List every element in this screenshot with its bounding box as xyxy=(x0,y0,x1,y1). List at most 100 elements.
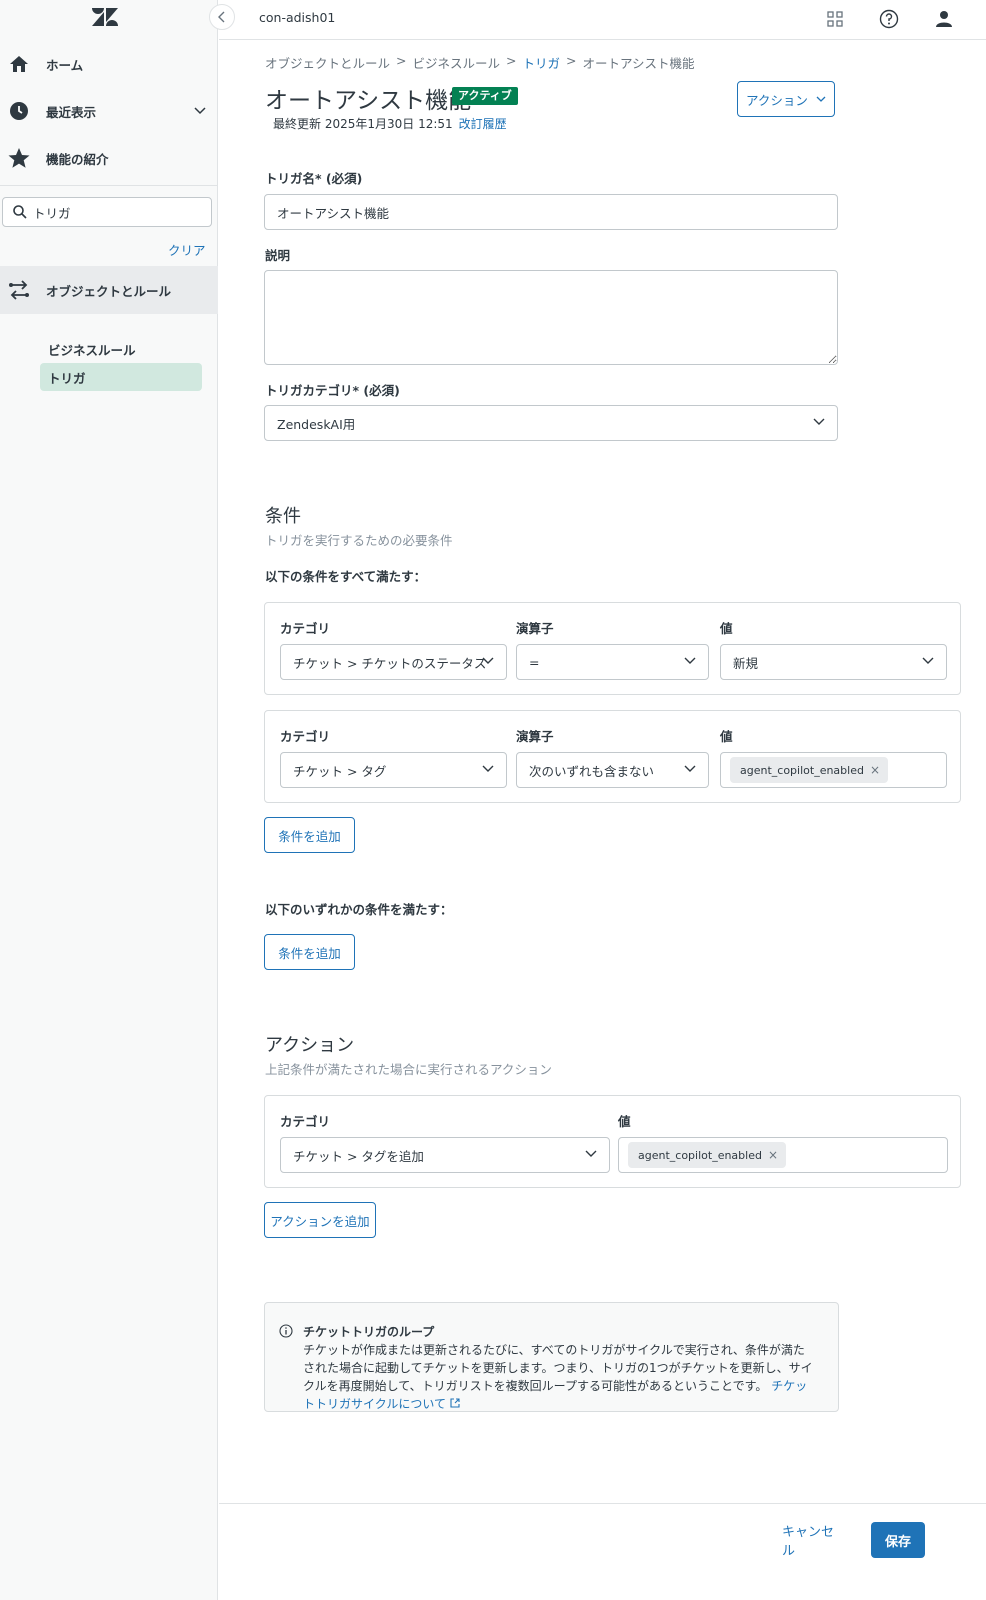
sidebar-item-triggers[interactable]: トリガ xyxy=(40,363,202,391)
actions-subtitle: 上記条件が満たされた場合に実行されるアクション xyxy=(265,1062,552,1077)
nav-features[interactable]: 機能の紹介 xyxy=(0,136,218,180)
breadcrumb-triggers[interactable]: トリガ xyxy=(523,53,561,72)
conditions-subtitle: トリガを実行するための必要条件 xyxy=(265,533,453,548)
apps-grid-icon[interactable] xyxy=(823,7,847,31)
collapse-sidebar-button[interactable] xyxy=(209,4,235,30)
remove-tag-icon[interactable]: × xyxy=(768,1148,778,1162)
condition-operator-select[interactable]: 次のいずれも含まない xyxy=(516,752,709,788)
trigger-category-label: トリガカテゴリ* (必須) xyxy=(265,383,400,398)
last-updated-text: 最終更新 2025年1月30日 12:51 xyxy=(273,117,453,131)
zendesk-logo-icon[interactable] xyxy=(92,6,118,28)
tag-chip-label: agent_copilot_enabled xyxy=(638,1148,762,1162)
info-icon xyxy=(279,1324,293,1338)
home-icon xyxy=(8,53,30,75)
search-icon xyxy=(13,205,27,219)
breadcrumb: オブジェクトとルール > ビジネスルール > トリガ > オートアシスト機能 xyxy=(265,53,695,72)
chevron-down-icon xyxy=(684,765,696,772)
condition-operator-value: 次のいずれも含まない xyxy=(529,763,655,779)
star-icon xyxy=(8,147,30,169)
breadcrumb-separator: > xyxy=(396,53,407,68)
chevron-left-icon xyxy=(218,11,225,23)
condition-operator-select[interactable]: = xyxy=(516,644,709,680)
condition-row: カテゴリ 演算子 値 チケット > チケットのステータス = 新規 xyxy=(264,602,961,695)
trigger-name-input[interactable] xyxy=(264,194,838,230)
chevron-down-icon xyxy=(922,657,934,664)
chevron-down-icon[interactable] xyxy=(194,104,206,119)
notice-body-text: チケットが作成または更新されるたびに、すべてのトリガがサイクルで実行され、条件が… xyxy=(303,1343,813,1393)
status-badge: アクティブ xyxy=(452,87,518,105)
clock-icon xyxy=(8,100,30,122)
nav-objects-rules[interactable]: オブジェクトとルール xyxy=(0,268,218,312)
chevron-down-icon xyxy=(482,657,494,664)
nav-features-label: 機能の紹介 xyxy=(46,151,109,167)
condition-category-label: カテゴリ xyxy=(280,729,331,744)
main-content: オブジェクトとルール > ビジネスルール > トリガ > オートアシスト機能 オ… xyxy=(219,41,986,1600)
condition-category-select[interactable]: チケット > チケットのステータス xyxy=(280,644,507,680)
business-rules-heading: ビジネスルール xyxy=(48,343,136,358)
instance-name: con-adish01 xyxy=(259,10,336,25)
actions-title: アクション xyxy=(265,1035,355,1056)
actions-menu-button[interactable]: アクション xyxy=(737,81,835,117)
trigger-category-value: ZendeskAI用 xyxy=(277,416,356,432)
add-action-button[interactable]: アクションを追加 xyxy=(264,1202,376,1238)
nav-home-label: ホーム xyxy=(46,57,84,73)
condition-category-value: チケット > タグ xyxy=(293,763,387,779)
add-condition-any-button[interactable]: 条件を追加 xyxy=(264,934,355,970)
action-category-label: カテゴリ xyxy=(280,1114,331,1129)
action-tag-field[interactable]: agent_copilot_enabled × xyxy=(618,1137,948,1173)
condition-operator-value: = xyxy=(529,654,540,670)
tag-chip-label: agent_copilot_enabled xyxy=(740,763,864,777)
description-textarea[interactable] xyxy=(264,270,838,365)
action-value-label: 値 xyxy=(618,1114,631,1129)
last-updated: 最終更新 2025年1月30日 12:51 改訂履歴 xyxy=(273,115,507,132)
nav-home[interactable]: ホーム xyxy=(0,42,218,86)
chevron-down-icon xyxy=(585,1150,597,1157)
chevron-down-icon xyxy=(482,765,494,772)
tag-chip: agent_copilot_enabled × xyxy=(730,757,889,783)
condition-operator-label: 演算子 xyxy=(516,621,554,636)
sidebar-clear-link[interactable]: クリア xyxy=(168,240,206,259)
breadcrumb-separator: > xyxy=(506,53,517,68)
revision-history-link[interactable]: 改訂履歴 xyxy=(459,117,507,131)
external-link-icon xyxy=(450,1398,460,1408)
nav-objects-rules-label: オブジェクトとルール xyxy=(46,283,172,299)
breadcrumb-objects-rules[interactable]: オブジェクトとルール xyxy=(265,53,390,72)
notice-title: チケットトリガのループ xyxy=(303,1325,435,1339)
user-avatar-icon[interactable] xyxy=(932,7,956,31)
sidebar-search-input[interactable] xyxy=(33,204,193,220)
add-condition-all-button[interactable]: 条件を追加 xyxy=(264,817,355,853)
trigger-name-label: トリガ名* (必須) xyxy=(265,171,363,186)
trigger-category-select[interactable]: ZendeskAI用 xyxy=(264,405,838,441)
condition-value-select[interactable]: 新規 xyxy=(720,644,947,680)
sidebar-search[interactable] xyxy=(2,197,212,227)
cancel-button[interactable]: キャンセル xyxy=(782,1522,846,1559)
condition-category-value: チケット > チケットのステータス xyxy=(293,655,487,671)
condition-value-label: 値 xyxy=(720,621,733,636)
trigger-loop-notice: チケットトリガのループ チケットが作成または更新されるたびに、すべてのトリガがサ… xyxy=(264,1302,839,1412)
topbar: con-adish01 xyxy=(209,0,986,40)
breadcrumb-business-rules[interactable]: ビジネスルール xyxy=(413,53,501,72)
action-row: カテゴリ 値 チケット > タグを追加 agent_copilot_enable… xyxy=(264,1095,961,1188)
help-icon[interactable] xyxy=(877,7,901,31)
condition-category-select[interactable]: チケット > タグ xyxy=(280,752,507,788)
nav-recent-label: 最近表示 xyxy=(46,104,97,120)
nav-recent[interactable]: 最近表示 xyxy=(0,89,218,133)
action-category-select[interactable]: チケット > タグを追加 xyxy=(280,1137,610,1173)
conditions-title: 条件 xyxy=(265,506,301,527)
condition-category-label: カテゴリ xyxy=(280,621,331,636)
chevron-down-icon xyxy=(813,418,825,425)
condition-row: カテゴリ 演算子 値 チケット > タグ 次のいずれも含まない agent_co… xyxy=(264,710,961,803)
condition-value-label: 値 xyxy=(720,729,733,744)
chevron-down-icon xyxy=(684,657,696,664)
remove-tag-icon[interactable]: × xyxy=(870,763,880,777)
notice-body: チケットが作成または更新されるたびに、すべてのトリガがサイクルで実行され、条件が… xyxy=(303,1341,813,1413)
action-category-value: チケット > タグを追加 xyxy=(293,1148,424,1164)
tag-chip: agent_copilot_enabled × xyxy=(628,1142,787,1168)
save-button[interactable]: 保存 xyxy=(871,1522,925,1558)
condition-tag-field[interactable]: agent_copilot_enabled × xyxy=(720,752,947,788)
page-title: オートアシスト機能 xyxy=(265,88,472,114)
breadcrumb-current: オートアシスト機能 xyxy=(582,56,695,71)
condition-value-value: 新規 xyxy=(733,655,759,671)
breadcrumb-separator: > xyxy=(566,53,577,68)
chevron-down-icon xyxy=(816,96,826,102)
